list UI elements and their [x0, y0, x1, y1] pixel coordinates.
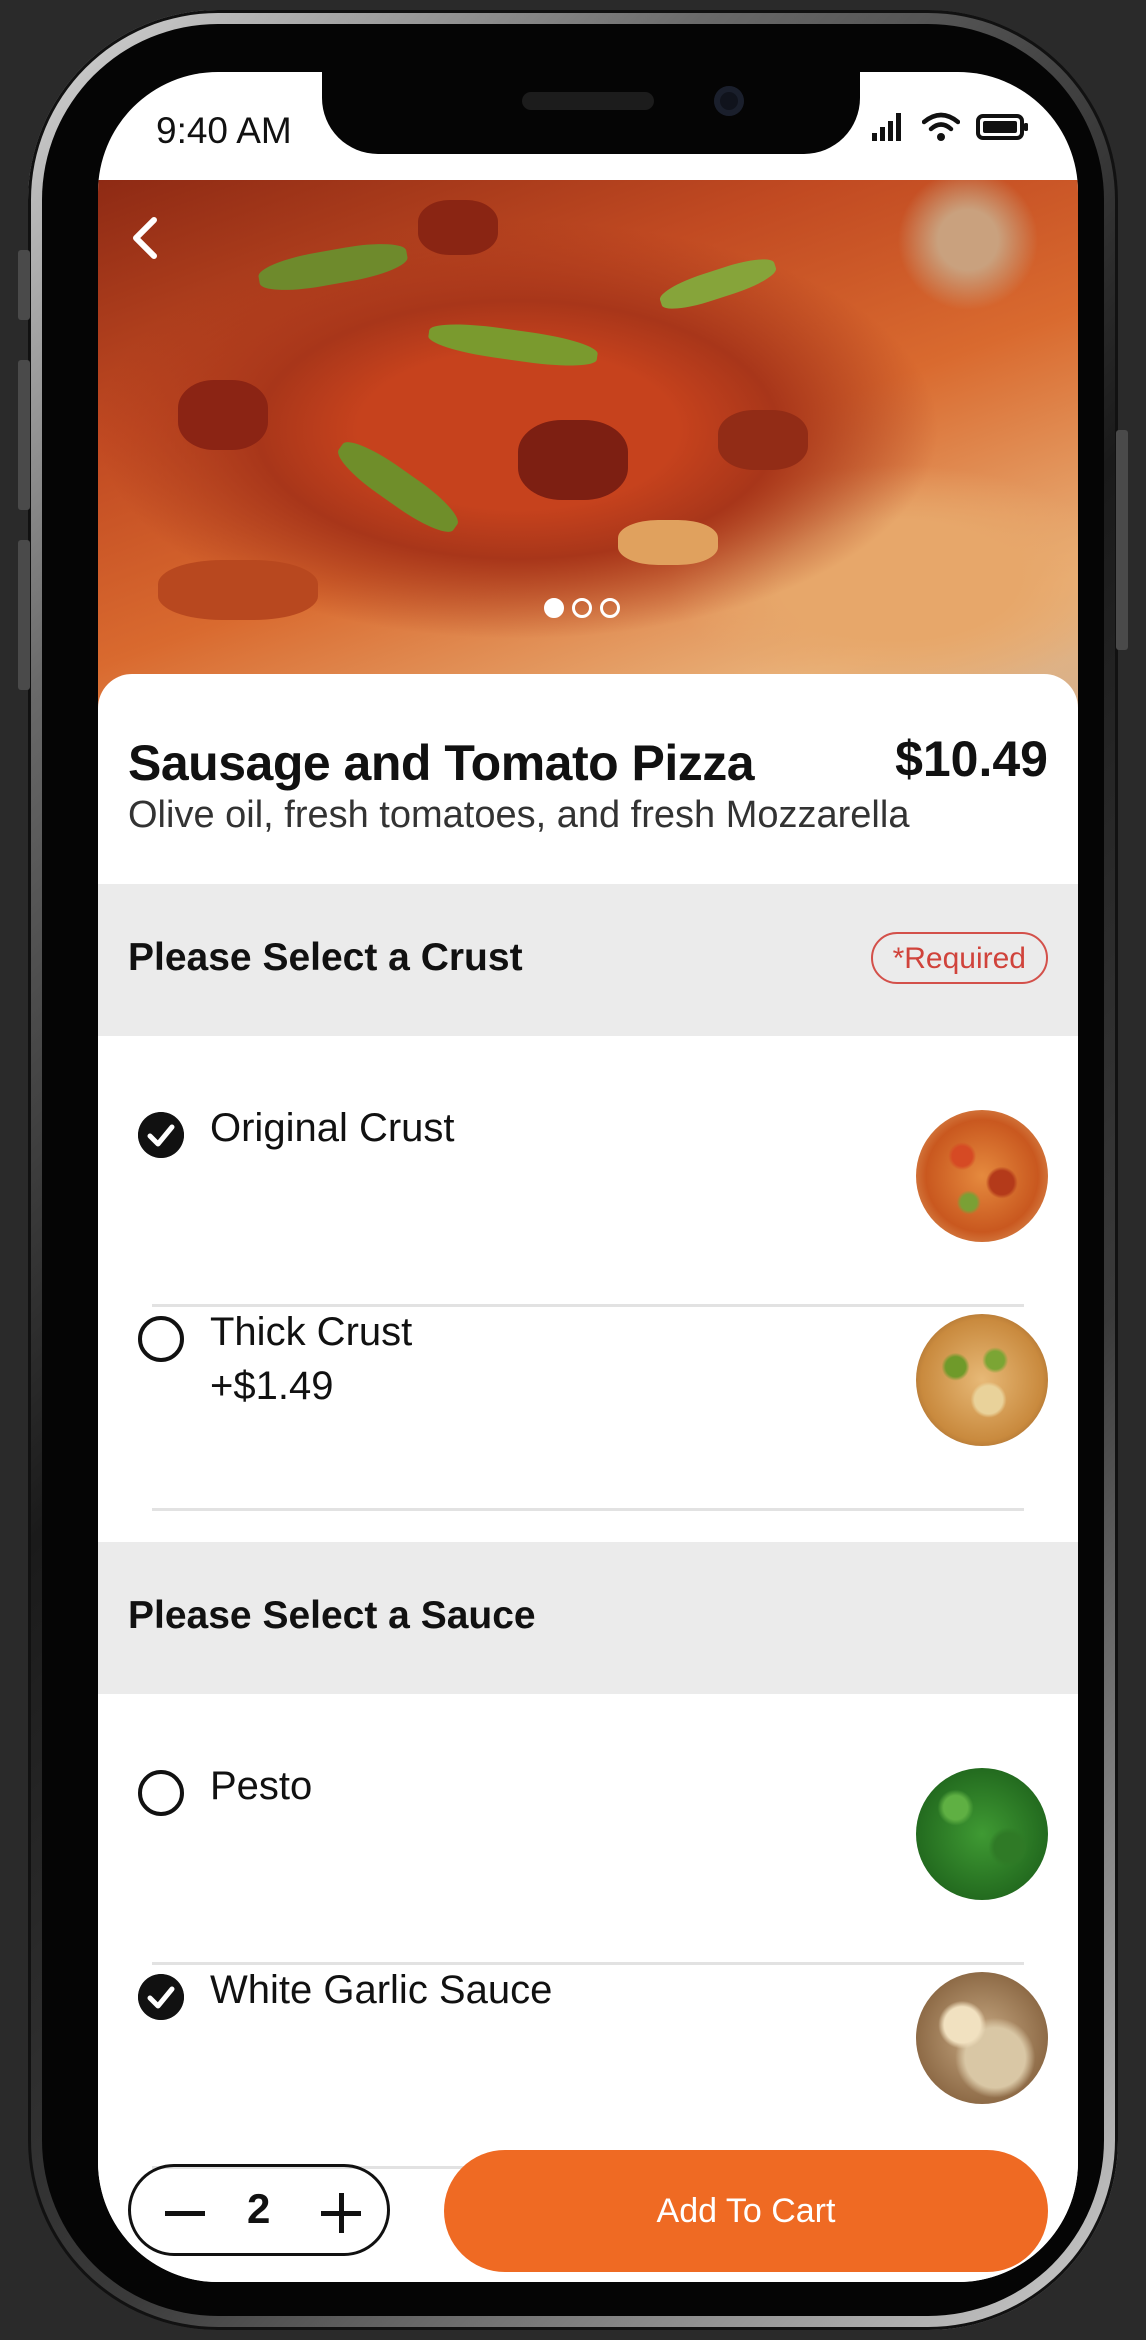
pizza-topping [330, 432, 466, 542]
product-hero-image[interactable] [98, 180, 1078, 708]
product-price: $10.49 [895, 731, 1048, 787]
pizza-topping [518, 420, 628, 500]
radio-empty-icon [138, 1316, 184, 1362]
plus-icon[interactable] [321, 2193, 361, 2233]
sauce-option-pesto[interactable]: Pesto [98, 1748, 1078, 1950]
option-label: White Garlic Sauce [210, 1968, 553, 2012]
crust-option-original[interactable]: Original Crust [98, 1090, 1078, 1292]
original-crust-thumbnail [916, 1110, 1048, 1242]
option-divider [152, 1508, 1024, 1511]
status-time: 9:40 AM [156, 110, 292, 151]
required-badge: *Required [870, 932, 1048, 984]
quantity-value: 2 [247, 2185, 271, 2232]
pizza-topping [618, 520, 718, 565]
carousel-dot[interactable] [572, 598, 592, 618]
chevron-left-icon [133, 217, 157, 259]
side-button [1116, 430, 1128, 650]
option-label: Thick Crust [210, 1310, 413, 1354]
app-screen: 9:40 AM Sausage and Tomato Pizza $10.49 … [98, 72, 1078, 2282]
quantity-stepper[interactable]: 2 [128, 2164, 390, 2256]
pesto-thumbnail [916, 1768, 1048, 1900]
speaker-grille [522, 92, 654, 110]
status-icons [872, 112, 1030, 142]
check-circle-icon [138, 1974, 184, 2020]
side-button [18, 540, 30, 690]
pizza-topping [426, 318, 600, 372]
sauce-section-header: Please Select a Sauce [98, 1542, 1078, 1694]
check-circle-icon [138, 1112, 184, 1158]
pizza-topping [718, 410, 808, 470]
add-to-cart-button[interactable]: Add To Cart [444, 2150, 1048, 2272]
side-button [18, 250, 30, 320]
wifi-icon [922, 112, 960, 141]
carousel-dot[interactable] [600, 598, 620, 618]
signal-icon [872, 113, 901, 141]
white-garlic-sauce-thumbnail [916, 1972, 1048, 2104]
back-button[interactable] [126, 214, 166, 267]
product-detail-sheet: Sausage and Tomato Pizza $10.49 Olive oi… [98, 674, 1078, 2282]
pizza-topping [418, 200, 498, 255]
section-title: Please Select a Crust [128, 936, 523, 979]
thick-crust-thumbnail [916, 1314, 1048, 1446]
crust-section-header: Please Select a Crust *Required [98, 884, 1078, 1036]
pizza-topping [256, 237, 410, 297]
product-description: Olive oil, fresh tomatoes, and fresh Moz… [128, 794, 910, 836]
section-title: Please Select a Sauce [128, 1594, 536, 1637]
battery-icon [976, 114, 1028, 140]
front-camera [714, 86, 744, 116]
pizza-topping [656, 252, 780, 316]
carousel-indicator [544, 598, 620, 618]
pizza-topping [158, 560, 318, 620]
option-label: Pesto [210, 1764, 313, 1808]
side-button [18, 360, 30, 510]
radio-empty-icon [138, 1770, 184, 1816]
minus-icon[interactable] [165, 2211, 205, 2216]
option-label: Original Crust [210, 1106, 455, 1150]
crust-option-thick[interactable]: Thick Crust +$1.49 [98, 1294, 1078, 1496]
sauce-option-white-garlic[interactable]: White Garlic Sauce [98, 1952, 1078, 2154]
option-price-extra: +$1.49 [210, 1364, 334, 1408]
notch [322, 72, 860, 154]
carousel-dot[interactable] [544, 598, 564, 618]
product-title: Sausage and Tomato Pizza [128, 735, 755, 791]
pizza-topping [178, 380, 268, 450]
